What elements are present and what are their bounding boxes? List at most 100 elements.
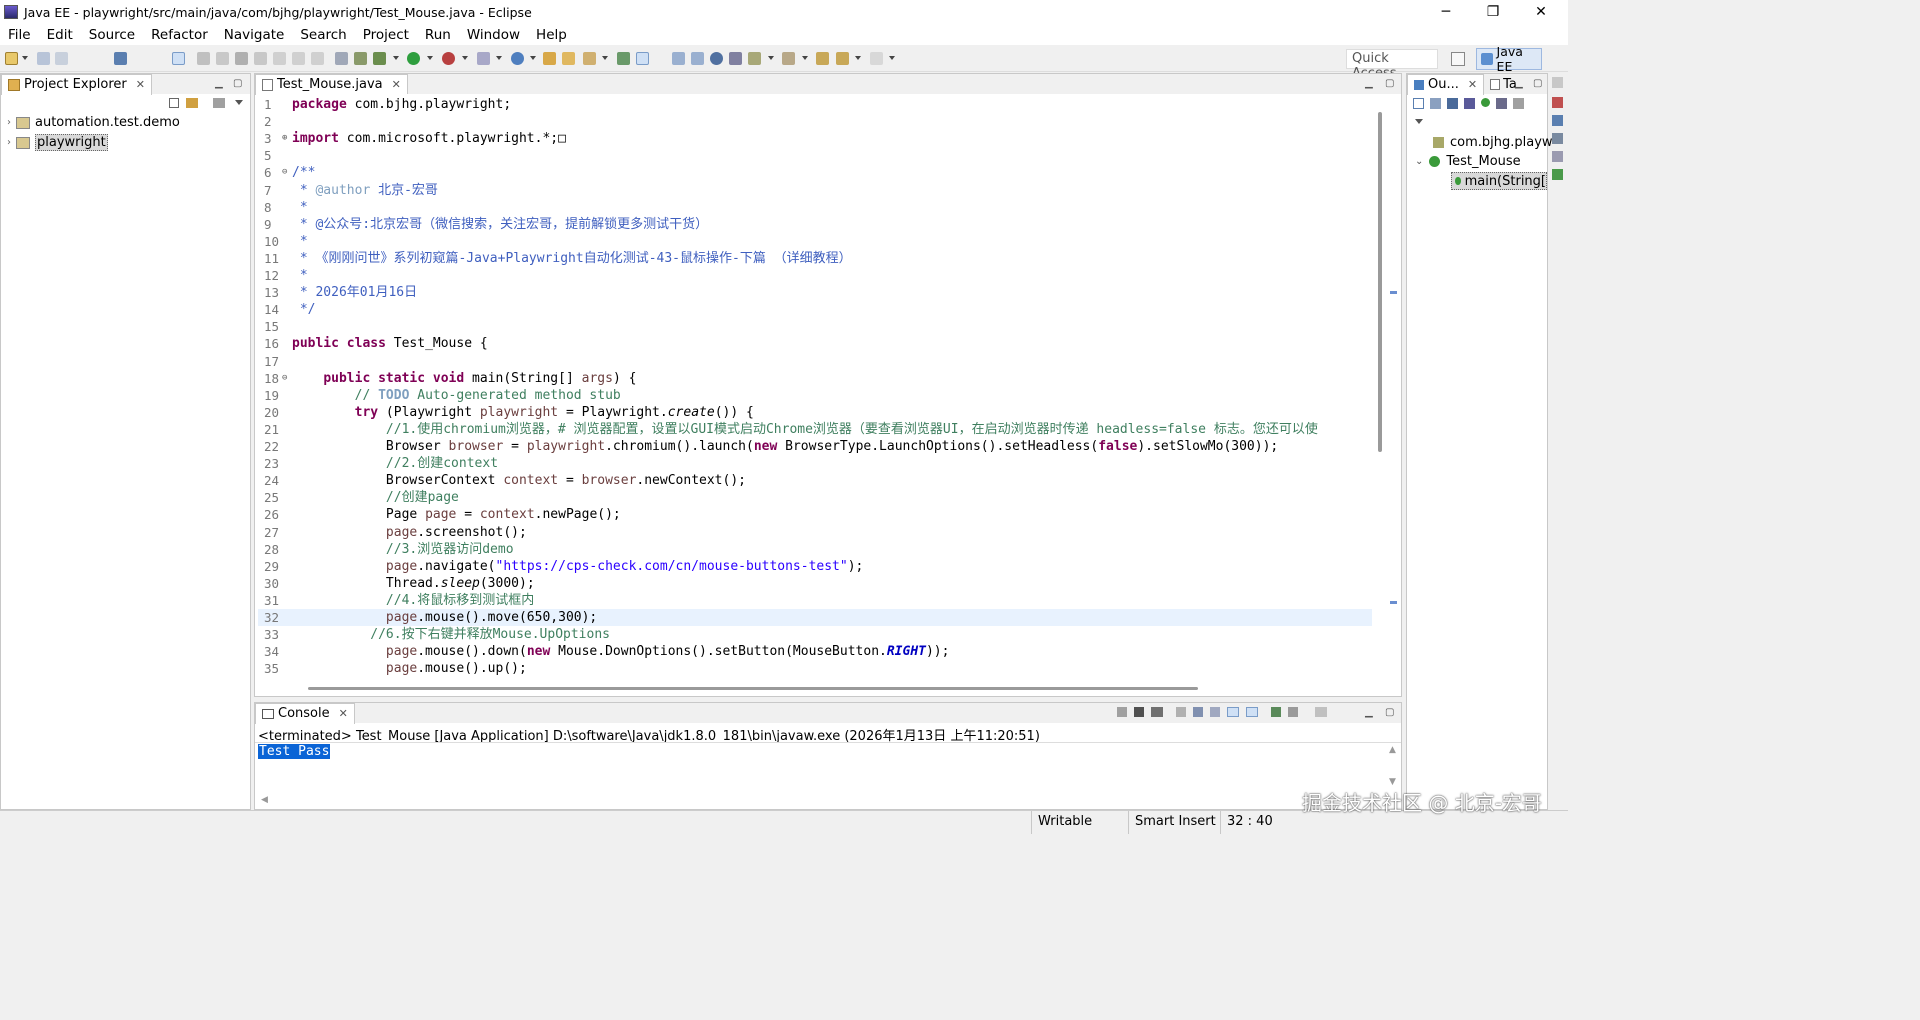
menu-project[interactable]: Project (355, 27, 417, 43)
server-icon[interactable] (335, 52, 348, 65)
chevron-down-icon[interactable] (427, 56, 433, 60)
tab-task-list[interactable]: Ta (1490, 77, 1517, 92)
external-tools-icon[interactable] (442, 52, 455, 65)
servers-icon[interactable] (1552, 133, 1563, 144)
code-line[interactable]: 14 */ (258, 301, 1372, 318)
chevron-down-icon[interactable]: ⌄ (1415, 156, 1423, 167)
close-icon[interactable]: ✕ (1468, 78, 1477, 91)
terminate-icon[interactable] (1117, 707, 1127, 717)
code-line[interactable]: 6 ⊖/** (258, 164, 1372, 181)
chevron-down-icon[interactable] (462, 56, 468, 60)
remove-launch-icon[interactable] (1134, 707, 1144, 717)
hide-fields-icon[interactable] (1447, 98, 1458, 109)
open-folder-icon[interactable] (562, 52, 575, 65)
code-line[interactable]: 13 * 2026年01月16日 (258, 284, 1372, 301)
view-menu-icon[interactable] (235, 100, 243, 105)
minimize-icon[interactable]: ▁ (1515, 78, 1523, 89)
step-into-icon[interactable] (273, 52, 286, 65)
save-all-icon[interactable] (55, 52, 68, 65)
close-icon[interactable]: ✕ (136, 78, 145, 91)
code-line[interactable]: 12 * (258, 267, 1372, 284)
tab-console[interactable]: Console ✕ (255, 702, 355, 724)
menu-window[interactable]: Window (459, 27, 528, 43)
remove-all-icon[interactable] (1151, 707, 1163, 717)
tab-project-explorer[interactable]: Project Explorer ✕ (1, 73, 152, 95)
perspective-java-ee[interactable]: Java EE (1476, 44, 1542, 74)
block-selection-icon[interactable] (672, 52, 685, 65)
back-icon[interactable] (816, 52, 829, 65)
minimize-icon[interactable]: ▁ (1365, 707, 1373, 718)
code-line[interactable]: 22 Browser browser = playwright.chromium… (258, 438, 1372, 455)
maximize-icon[interactable]: ▢ (1385, 707, 1394, 718)
menu-search[interactable]: Search (292, 27, 354, 43)
save-icon[interactable] (37, 52, 50, 65)
sort-icon[interactable] (1430, 98, 1441, 109)
forward-icon[interactable] (870, 52, 883, 65)
data-source-icon[interactable] (1552, 151, 1563, 162)
menu-edit[interactable]: Edit (39, 27, 81, 43)
tree-item-playwright[interactable]: › playwright (7, 134, 108, 151)
maximize-icon[interactable]: ▢ (1385, 78, 1394, 89)
restore-icon[interactable] (1552, 77, 1563, 88)
chevron-down-icon[interactable] (602, 56, 608, 60)
open-type-icon[interactable] (543, 52, 556, 65)
view-menu-icon[interactable] (1415, 119, 1423, 124)
chevron-down-icon[interactable] (393, 56, 399, 60)
chevron-right-icon[interactable]: › (7, 117, 11, 128)
hide-static-icon[interactable] (1464, 98, 1475, 109)
code-line[interactable]: 11 * 《刚刚问世》系列初窥篇-Java+Playwright自动化测试-43… (258, 250, 1372, 267)
console-output[interactable]: Test Pass (258, 744, 331, 759)
code-line[interactable]: 7 * @author 北京-宏哥 (258, 182, 1372, 199)
clear-console-icon[interactable] (1176, 707, 1186, 717)
code-line[interactable]: 1 package com.bjhg.playwright; (258, 96, 1372, 113)
tree-item-automation-test-demo[interactable]: › automation.test.demo (7, 115, 180, 130)
tab-outline[interactable]: Ou... ✕ (1407, 73, 1485, 95)
restore-button[interactable]: ❐ (1470, 0, 1516, 24)
run-icon[interactable] (407, 52, 420, 65)
pin-console-icon[interactable] (1271, 707, 1281, 717)
web-browser-icon[interactable] (710, 52, 723, 65)
next-annotation-icon[interactable] (729, 52, 742, 65)
markers-icon[interactable] (1552, 97, 1563, 108)
code-line[interactable]: 34 page.mouse().down(new Mouse.DownOptio… (258, 643, 1372, 660)
debug-icon[interactable] (373, 52, 386, 65)
filter-icon[interactable] (213, 98, 225, 108)
fold-collapse-icon[interactable]: ⊖ (282, 164, 287, 181)
scroll-up-icon[interactable]: ▲ (1389, 745, 1396, 755)
close-icon[interactable]: ✕ (339, 707, 348, 720)
code-line[interactable]: 24 BrowserContext context = browser.newC… (258, 472, 1372, 489)
minimize-icon[interactable]: ▁ (215, 78, 223, 89)
menu-source[interactable]: Source (81, 27, 143, 43)
overview-marker[interactable] (1390, 291, 1397, 294)
terminate-icon[interactable] (235, 52, 248, 65)
chevron-down-icon[interactable] (496, 56, 502, 60)
show-whitespace-icon[interactable] (691, 52, 704, 65)
code-line[interactable]: 23 //2.创建context (258, 455, 1372, 472)
menu-help[interactable]: Help (528, 27, 575, 43)
close-button[interactable]: ✕ (1518, 0, 1564, 24)
suspend-icon[interactable] (216, 52, 229, 65)
display-console-icon[interactable] (1288, 707, 1298, 717)
annotation-icon[interactable] (617, 52, 630, 65)
chevron-right-icon[interactable]: › (7, 137, 11, 148)
menu-refactor[interactable]: Refactor (143, 27, 216, 43)
code-line[interactable]: 8 * (258, 199, 1372, 216)
hide-non-public-icon[interactable] (1481, 98, 1490, 107)
code-line[interactable]: 16 public class Test_Mouse { (258, 335, 1372, 352)
code-line[interactable]: 27 page.screenshot(); (258, 524, 1372, 541)
scroll-left-icon[interactable]: ◀ (261, 795, 268, 805)
menu-run[interactable]: Run (417, 27, 459, 43)
code-line[interactable]: 18 ⊖ public static void main(String[] arg… (258, 370, 1372, 387)
link-editor-icon[interactable] (186, 98, 198, 108)
new-server-icon[interactable] (477, 52, 490, 65)
code-line[interactable]: 29 page.navigate("https://cps-check.com/… (258, 558, 1372, 575)
minimize-button[interactable]: ─ (1423, 0, 1469, 24)
collapse-all-icon[interactable] (1413, 98, 1424, 109)
new-java-class-icon[interactable] (511, 52, 524, 65)
code-line[interactable]: 2 (258, 113, 1372, 130)
terminal-icon[interactable] (114, 52, 127, 65)
new-icon[interactable] (5, 52, 18, 65)
horizontal-scrollbar[interactable] (308, 687, 1198, 690)
properties-icon[interactable] (1552, 115, 1563, 126)
snippets-icon[interactable] (1552, 169, 1563, 180)
